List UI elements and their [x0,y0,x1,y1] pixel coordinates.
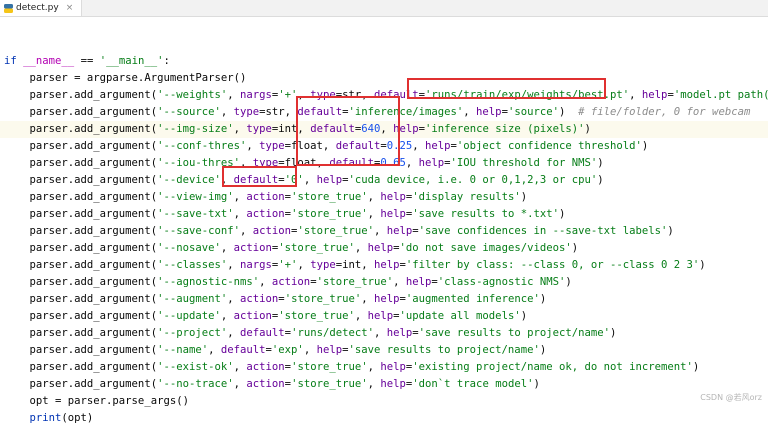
code-line[interactable]: parser.add_argument('--agnostic-nms', ac… [0,274,768,291]
tab-detect-py[interactable]: detect.py × [0,0,83,16]
code-line[interactable]: parser.add_argument('--save-txt', action… [0,206,768,223]
code-line[interactable]: parser.add_argument('--view-img', action… [0,189,768,206]
code-line[interactable]: parser.add_argument('--img-size', type=i… [0,121,768,138]
code-line[interactable] [0,36,768,53]
code-line[interactable]: parser.add_argument('--nosave', action='… [0,240,768,257]
editor-tab-bar: detect.py × [0,0,768,17]
close-icon[interactable]: × [66,3,74,13]
code-line[interactable]: parser = argparse.ArgumentParser() [0,70,768,87]
code-line[interactable]: parser.add_argument('--no-trace', action… [0,376,768,393]
code-line[interactable]: parser.add_argument('--save-conf', actio… [0,223,768,240]
code-line[interactable]: parser.add_argument('--project', default… [0,325,768,342]
code-line[interactable]: parser.add_argument('--update', action='… [0,308,768,325]
code-line[interactable]: if __name__ == '__main__': [0,53,768,70]
watermark: CSDN @若风orz [700,393,762,402]
code-line[interactable]: parser.add_argument('--weights', nargs='… [0,87,768,104]
code-line[interactable]: parser.add_argument('--augment', action=… [0,291,768,308]
code-editor[interactable]: if __name__ == '__main__': parser = argp… [0,17,768,424]
code-line[interactable]: parser.add_argument('--conf-thres', type… [0,138,768,155]
code-line[interactable]: parser.add_argument('--iou-thres', type=… [0,155,768,172]
code-line[interactable]: print(opt) [0,410,768,427]
code-line[interactable]: parser.add_argument('--source', type=str… [0,104,768,121]
code-line[interactable]: parser.add_argument('--name', default='e… [0,342,768,359]
code-line[interactable]: parser.add_argument('--exist-ok', action… [0,359,768,376]
code-line[interactable]: parser.add_argument('--classes', nargs='… [0,257,768,274]
code-line[interactable]: opt = parser.parse_args() [0,393,768,410]
tab-label: detect.py [16,3,59,13]
code-line[interactable]: parser.add_argument('--device', default=… [0,172,768,189]
code-line[interactable] [0,19,768,36]
python-file-icon [4,3,13,13]
